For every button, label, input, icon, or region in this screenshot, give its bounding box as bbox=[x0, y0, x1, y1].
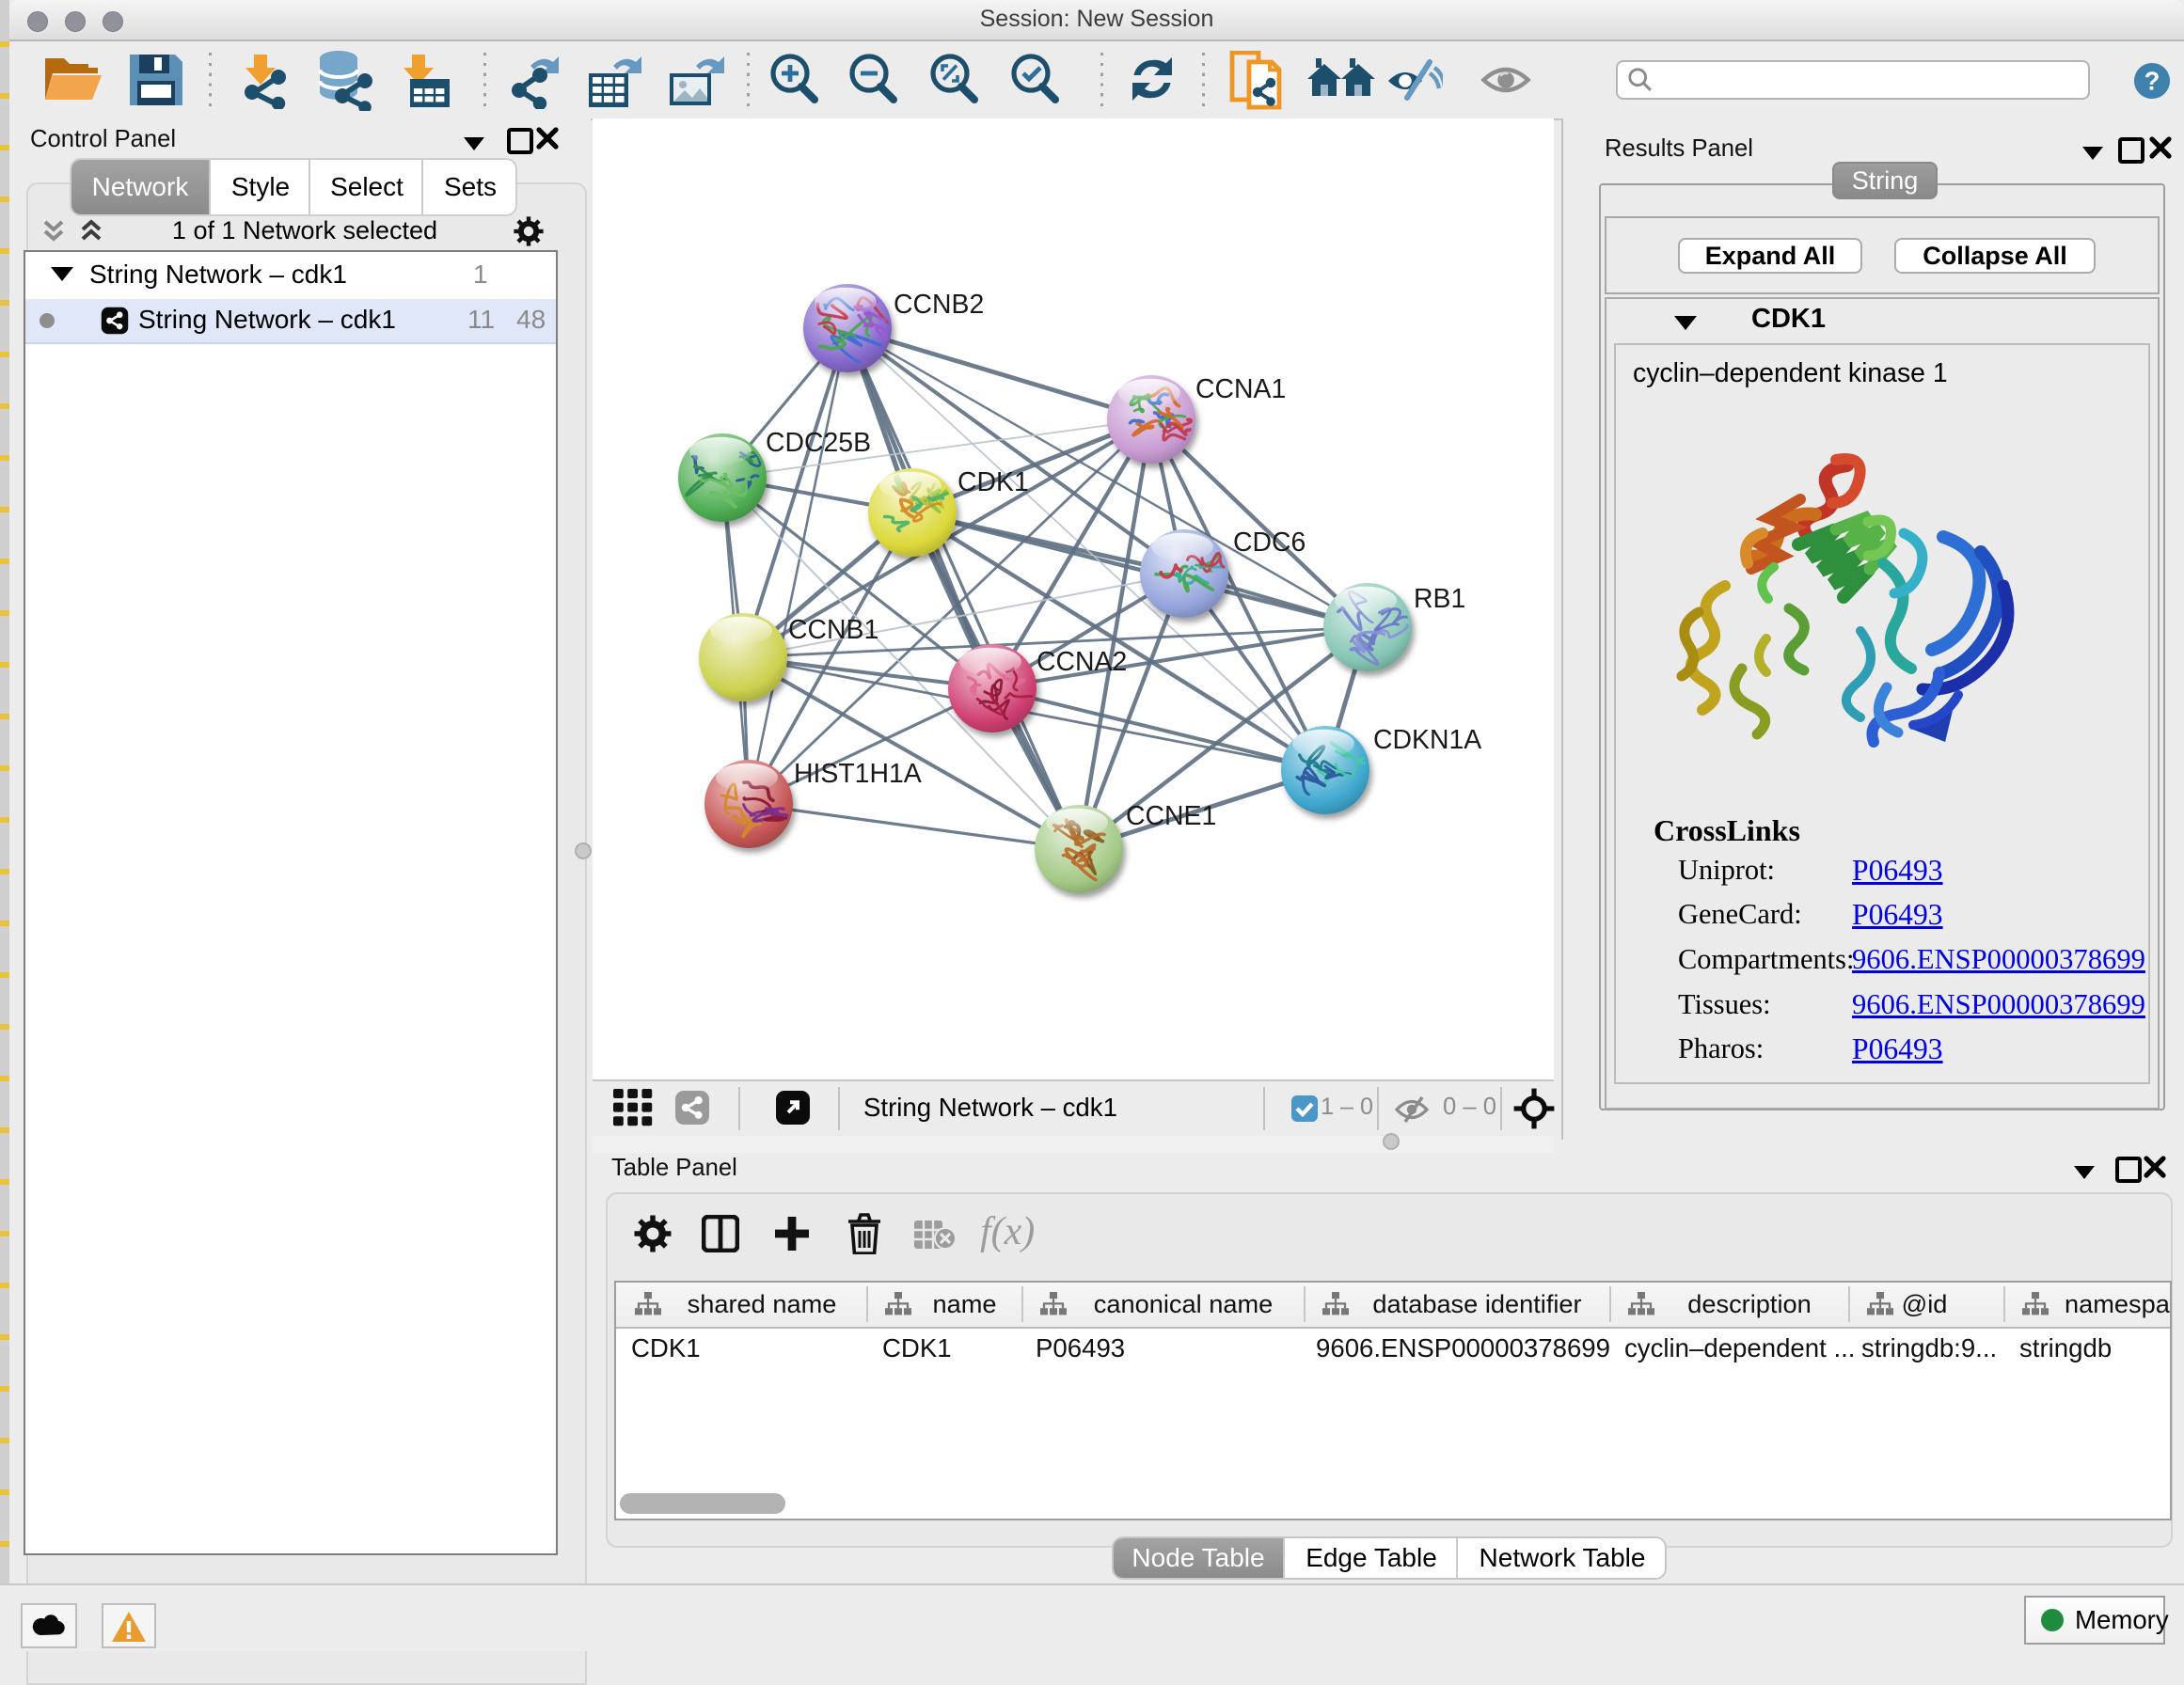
svg-text:RB1: RB1 bbox=[1414, 584, 1465, 614]
svg-text:CDC25B: CDC25B bbox=[766, 428, 871, 458]
svg-text:CCNB1: CCNB1 bbox=[788, 615, 878, 645]
svg-text:HIST1H1A: HIST1H1A bbox=[794, 759, 922, 789]
svg-text:?: ? bbox=[2144, 66, 2160, 95]
svg-text:CCNA1: CCNA1 bbox=[1195, 374, 1286, 404]
svg-text:CCNB2: CCNB2 bbox=[894, 290, 984, 320]
svg-text:CCNA2: CCNA2 bbox=[1037, 647, 1127, 677]
svg-text:CDK1: CDK1 bbox=[957, 467, 1029, 497]
svg-text:CCNE1: CCNE1 bbox=[1126, 801, 1216, 831]
svg-text:CDC6: CDC6 bbox=[1233, 528, 1306, 558]
svg-text:CDKN1A: CDKN1A bbox=[1373, 725, 1481, 755]
